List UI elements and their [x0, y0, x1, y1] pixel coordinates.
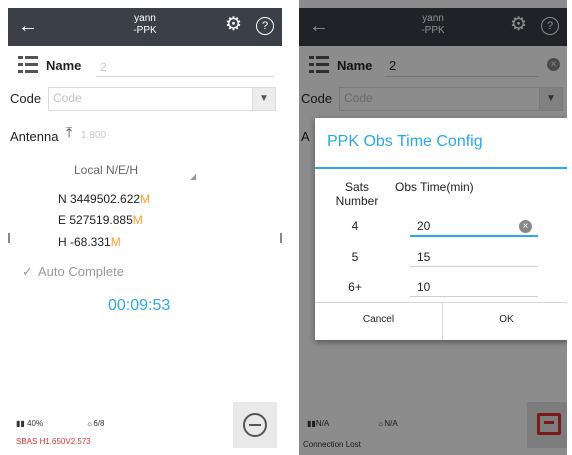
antenna-icon: ⤒: [66, 124, 73, 140]
list-icon[interactable]: [18, 56, 38, 74]
coord-system-corner-icon: ◢: [190, 172, 197, 181]
coord-e: E 527519.885M: [58, 213, 143, 227]
name-label: Name: [46, 58, 82, 73]
auto-complete-label[interactable]: Auto Complete: [38, 264, 124, 279]
obs-time-header: Obs Time(min): [395, 180, 474, 194]
obs-time-underline-1: [410, 235, 538, 237]
button-row-divider: [315, 302, 567, 303]
top-bar: ← yann -PPK ⚙ ?: [8, 8, 282, 46]
dialog-title: PPK Obs Time Config: [327, 133, 483, 150]
help-icon[interactable]: ?: [256, 17, 274, 35]
sats-row-1: 4: [351, 219, 359, 233]
obs-time-underline-2: [410, 266, 538, 267]
obs-time-input-3[interactable]: 10: [417, 280, 430, 294]
stop-button[interactable]: [233, 402, 277, 448]
sats-row-3: 6+: [348, 280, 362, 294]
antenna-height[interactable]: 1.800: [81, 130, 106, 141]
obs-timer: 00:09:53: [108, 297, 171, 314]
sbas-status: SBAS H1.650V2.573: [16, 437, 91, 446]
cancel-button[interactable]: Cancel: [315, 314, 442, 325]
battery-status: ▮▮ 40%: [16, 419, 44, 428]
clear-input-icon[interactable]: ×: [519, 220, 532, 233]
antenna-label: Antenna: [10, 129, 59, 144]
obs-time-underline-3: [410, 296, 538, 297]
code-placeholder: Code: [53, 91, 82, 105]
obs-time-input-1[interactable]: 20: [417, 219, 430, 233]
name-underline: [96, 76, 274, 77]
coord-n: N 3449502.622M: [58, 192, 151, 206]
ok-button[interactable]: OK: [443, 314, 567, 325]
code-label: Code: [10, 91, 42, 106]
left-screen: ← yann -PPK ⚙ ? Name 2 Code Code ▼ Anten…: [8, 0, 282, 455]
coord-h: H -68.331M: [58, 235, 121, 249]
gear-icon[interactable]: ⚙: [225, 14, 242, 36]
dialog-title-divider: [315, 167, 567, 169]
name-input[interactable]: 2: [100, 60, 107, 74]
left-edge-mark: [8, 233, 10, 243]
auto-complete-check-icon[interactable]: ✓: [22, 264, 33, 280]
right-edge-mark: [280, 233, 282, 243]
sats-row-2: 5: [351, 250, 359, 264]
dropdown-arrow-icon[interactable]: ▼: [252, 88, 275, 110]
sats-number-header: Sats Number: [335, 180, 379, 208]
coord-system-select[interactable]: Local N/E/H: [74, 163, 138, 177]
right-screen: ← yann -PPK ⚙ ? Name 2 × Code Code ▼ A ▮…: [299, 0, 567, 455]
minus-circle-icon: [243, 413, 267, 437]
satellite-status: ☼6/8: [86, 419, 105, 428]
ppk-obs-time-dialog: PPK Obs Time Config Sats Number Obs Time…: [315, 118, 567, 340]
code-dropdown[interactable]: Code ▼: [48, 87, 276, 111]
obs-time-input-2[interactable]: 15: [417, 250, 430, 264]
battery-icon: ▮▮: [16, 419, 25, 428]
